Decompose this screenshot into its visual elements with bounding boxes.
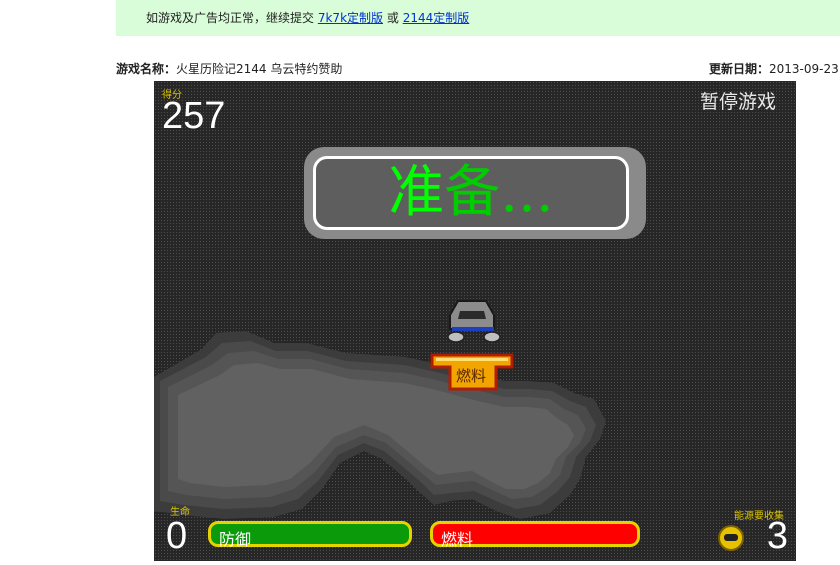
notice-message: 如游戏及广告均正常，继续提交 [146,11,315,25]
fuel-label: 燃料 [441,530,474,549]
notice-text: 如游戏及广告均正常，继续提交 7k7k定制版 或 2144定制版 [146,9,469,26]
game-name-label: 游戏名称： [116,62,177,76]
lives-value: 0 [166,515,188,557]
rover [447,300,501,343]
notice-bar: 如游戏及广告均正常，继续提交 7k7k定制版 或 2144定制版 [116,0,840,36]
update-date-value: 2013-09-23 [769,62,839,76]
game-name-value: 火星历险记2144 乌云特约赞助 [176,62,343,76]
update-date: 更新日期：2013-09-23 [709,60,839,77]
update-date-label: 更新日期： [709,62,770,76]
notice-or: 或 [386,11,399,25]
game-name: 游戏名称：火星历险记2144 乌云特约赞助 [116,60,342,77]
defense-label: 防御 [219,530,252,549]
game-canvas[interactable]: 得分 257 暂停游戏 准备... 燃料 生命 0 防御 燃料 能源要收集 3 [154,81,796,561]
fuel-bar: 燃料 [430,521,640,549]
collect-count: 3 [766,515,788,557]
energy-icon [718,525,744,551]
fuel-pickup-label: 燃料 [456,367,487,385]
link-7k7k[interactable]: 7k7k定制版 [318,11,383,25]
defense-bar: 防御 [208,521,412,549]
link-2144[interactable]: 2144定制版 [403,11,470,25]
